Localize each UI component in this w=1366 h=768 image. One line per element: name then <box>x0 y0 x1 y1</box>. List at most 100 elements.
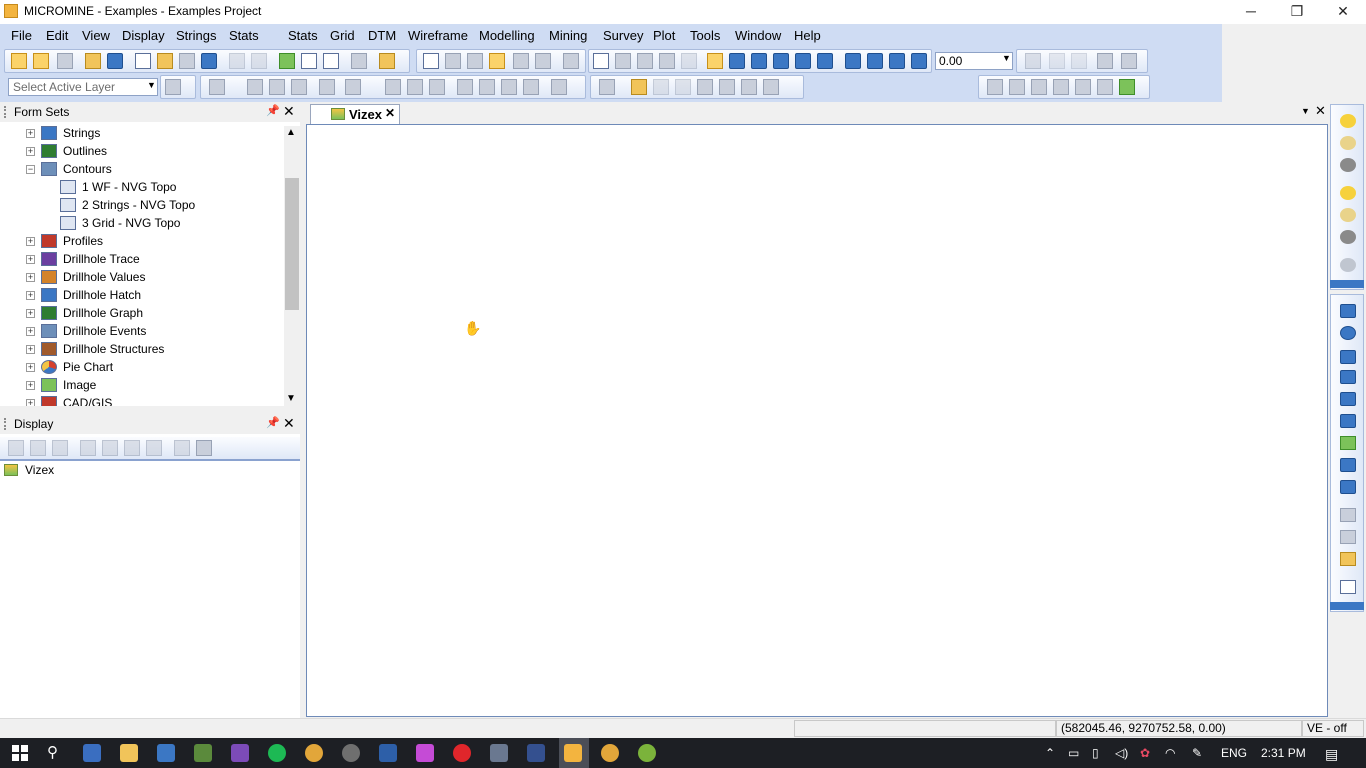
menu-dtm[interactable]: DTM <box>368 28 396 43</box>
pin-icon[interactable]: 📌 <box>266 104 280 117</box>
hatch-icon[interactable] <box>1340 530 1356 544</box>
rotate-icon[interactable] <box>513 53 529 69</box>
display-tool2-icon[interactable] <box>30 440 46 456</box>
open-project-icon[interactable] <box>85 53 101 69</box>
pin-icon[interactable]: 📌 <box>266 416 280 429</box>
cube-view-icon[interactable] <box>845 53 861 69</box>
clock[interactable]: 2:31 PM <box>1261 746 1306 760</box>
save-icon[interactable] <box>179 53 195 69</box>
open-file-icon[interactable] <box>157 53 173 69</box>
snap-icon[interactable] <box>319 79 335 95</box>
checklist-icon[interactable] <box>1340 580 1356 594</box>
light-bulb-dim-icon[interactable] <box>1340 136 1356 150</box>
grid-iso-icon[interactable] <box>1031 79 1047 95</box>
wireframe-edit-icon[interactable] <box>599 79 615 95</box>
taskbar-app8-icon[interactable] <box>490 744 508 762</box>
panel-grip[interactable] <box>4 106 9 118</box>
section-next-icon[interactable] <box>1071 53 1087 69</box>
tree-item-label[interactable]: Drillhole Hatch <box>63 286 141 304</box>
display-tool5-icon[interactable] <box>102 440 118 456</box>
menu-file[interactable]: File <box>11 28 32 43</box>
light-bulb-2-icon[interactable] <box>1340 186 1356 200</box>
tab-list-icon[interactable]: ▼ <box>1301 106 1310 116</box>
view-iso2-icon[interactable] <box>817 53 833 69</box>
view-back-icon[interactable] <box>773 53 789 69</box>
stamp-icon[interactable] <box>1340 552 1356 566</box>
section-line-icon[interactable] <box>1340 304 1356 318</box>
menu-view[interactable]: View <box>82 28 110 43</box>
grid-lines-icon[interactable] <box>1053 79 1069 95</box>
scroll-down-icon[interactable]: ▼ <box>286 393 296 404</box>
digitize-icon[interactable] <box>209 79 225 95</box>
angle-icon[interactable] <box>479 79 495 95</box>
axes-icon[interactable] <box>1119 79 1135 95</box>
move-point-icon[interactable] <box>291 79 307 95</box>
tree-item-label[interactable]: Pie Chart <box>63 358 113 376</box>
tab-vizex[interactable]: Vizex ✕ <box>310 104 400 124</box>
chrome-icon[interactable] <box>305 744 323 762</box>
plan-view-icon[interactable] <box>707 53 723 69</box>
section-prev-icon[interactable] <box>1049 53 1065 69</box>
taskbar-app7-icon[interactable] <box>416 744 434 762</box>
undo-icon[interactable] <box>229 53 245 69</box>
hatch-line-icon[interactable] <box>523 79 539 95</box>
light-bulb-off-icon[interactable] <box>1340 158 1356 172</box>
graph-icon[interactable] <box>1340 436 1356 450</box>
tree-item-label[interactable]: Profiles <box>63 232 103 250</box>
tree-expander-icon[interactable]: + <box>26 309 35 318</box>
light-settings-icon[interactable] <box>1340 258 1356 272</box>
menu-mining[interactable]: Mining <box>549 28 587 43</box>
wireframe-gear-icon[interactable] <box>741 79 757 95</box>
wireframe-tools-icon[interactable] <box>763 79 779 95</box>
project-icon[interactable] <box>107 53 123 69</box>
section-manager-icon[interactable] <box>1097 53 1113 69</box>
tree-expander-icon[interactable]: + <box>26 147 35 156</box>
display-tool-icon[interactable] <box>8 440 24 456</box>
display-tool4-icon[interactable] <box>80 440 96 456</box>
scroll-up-icon[interactable]: ▲ <box>286 127 296 138</box>
tray-chevron-icon[interactable]: ⌃ <box>1045 746 1055 760</box>
taskbar-app2-icon[interactable] <box>157 744 175 762</box>
folder-window-icon[interactable] <box>323 53 339 69</box>
menu-window[interactable]: Window <box>735 28 781 43</box>
zoom-in-icon[interactable] <box>659 53 675 69</box>
wireframe-shade-icon[interactable] <box>631 79 647 95</box>
close-panel-icon[interactable]: ✕ <box>283 103 295 120</box>
string-icon[interactable] <box>385 79 401 95</box>
grid-fine-icon[interactable] <box>1075 79 1091 95</box>
spotify-icon[interactable] <box>268 744 286 762</box>
tree-item-label[interactable]: 3 Grid - NVG Topo <box>82 214 180 232</box>
stack-icon[interactable] <box>1340 350 1356 364</box>
annotate-icon[interactable] <box>551 79 567 95</box>
display-toggle-icon[interactable] <box>33 53 49 69</box>
grid-rotate-icon[interactable] <box>1009 79 1025 95</box>
display-undo-icon[interactable] <box>174 440 190 456</box>
wireframe-star-icon[interactable] <box>719 79 735 95</box>
cube-view2-icon[interactable] <box>867 53 883 69</box>
tray-monitor-icon[interactable]: ▭ <box>1068 746 1079 760</box>
pan-hand-icon[interactable] <box>467 53 483 69</box>
tray-battery-icon[interactable]: ▯ <box>1092 746 1099 760</box>
tray-pen-icon[interactable]: ✎ <box>1192 746 1202 760</box>
taskbar-app6-icon[interactable] <box>379 744 397 762</box>
pan-active-icon[interactable] <box>489 53 505 69</box>
download-icon[interactable] <box>1340 370 1356 384</box>
form-editor-icon[interactable] <box>351 53 367 69</box>
panel-splitter[interactable] <box>0 406 300 414</box>
taskbar-app9-icon[interactable] <box>527 744 545 762</box>
active-layer-select[interactable]: Select Active Layer <box>8 78 158 96</box>
menu-stats[interactable]: Stats <box>288 28 318 43</box>
micromine-taskbar-icon[interactable] <box>564 744 582 762</box>
zoom-out-icon[interactable] <box>681 53 697 69</box>
move-icon[interactable] <box>535 53 551 69</box>
toolbar-overflow-bar[interactable] <box>1330 280 1364 288</box>
display-tool7-icon[interactable] <box>146 440 162 456</box>
light-bulb-off-2-icon[interactable] <box>1340 230 1356 244</box>
grid-settings-icon[interactable] <box>1097 79 1113 95</box>
layer-dropdown-icon[interactable]: ▼ <box>147 80 156 90</box>
polygon-icon[interactable] <box>429 79 445 95</box>
tree-item-label[interactable]: Drillhole Trace <box>63 250 140 268</box>
tray-app-icon[interactable]: ✿ <box>1140 746 1150 760</box>
display-item-vizex[interactable]: Vizex <box>25 463 54 477</box>
tree-expander-icon[interactable]: + <box>26 327 35 336</box>
